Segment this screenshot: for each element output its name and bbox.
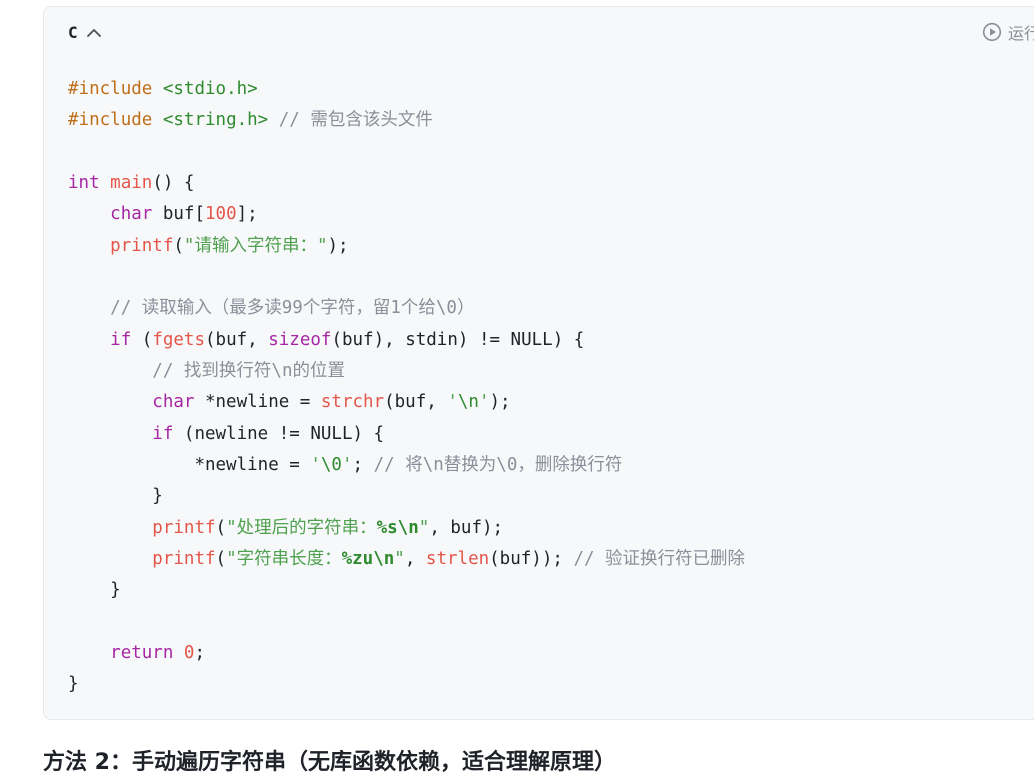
code-line: } xyxy=(152,486,163,507)
code-block: C 运行 #include <stdio.h> #include <string… xyxy=(43,6,1034,720)
code-line: printf("请输入字符串："); xyxy=(110,235,349,256)
code-line: // 读取输入（最多读99个字符，留1个给\0） xyxy=(110,298,475,319)
code-line: if (fgets(buf, sizeof(buf), stdin) != NU… xyxy=(110,329,585,350)
code-line: // 找到换行符\n的位置 xyxy=(152,360,345,381)
run-button[interactable]: 运行 xyxy=(982,21,1034,43)
code-line: return 0; xyxy=(110,642,206,663)
code-line: printf("处理后的字符串：%s\n", buf); xyxy=(152,517,504,538)
chevron-up-icon xyxy=(87,29,101,37)
code-line: *newline = '\0'; // 将\n替换为\0，删除换行符 xyxy=(194,454,623,475)
language-label: C xyxy=(68,23,78,42)
code-line: int main() { xyxy=(68,172,195,193)
code-content: #include <stdio.h> #include <string.h> /… xyxy=(68,74,1034,701)
code-line: #include <stdio.h> xyxy=(68,79,258,99)
collapse-button[interactable] xyxy=(84,24,104,42)
code-line: char buf[100]; xyxy=(110,204,258,225)
code-line: printf("字符串长度：%zu\n", strlen(buf)); // 验… xyxy=(152,548,746,569)
play-circle-icon xyxy=(982,22,1002,42)
code-line: } xyxy=(110,580,121,601)
section-heading: 方法 2：手动遍历字符串（无库函数依赖，适合理解原理） xyxy=(43,750,616,775)
code-line: char *newline = strchr(buf, '\n'); xyxy=(152,392,511,413)
code-line: } xyxy=(68,674,79,695)
code-line: if (newline != NULL) { xyxy=(152,423,385,444)
run-label: 运行 xyxy=(1008,24,1034,43)
code-line: #include <string.h> // 需包含该头文件 xyxy=(68,110,433,131)
code-block-header: C 运行 xyxy=(44,7,1034,57)
